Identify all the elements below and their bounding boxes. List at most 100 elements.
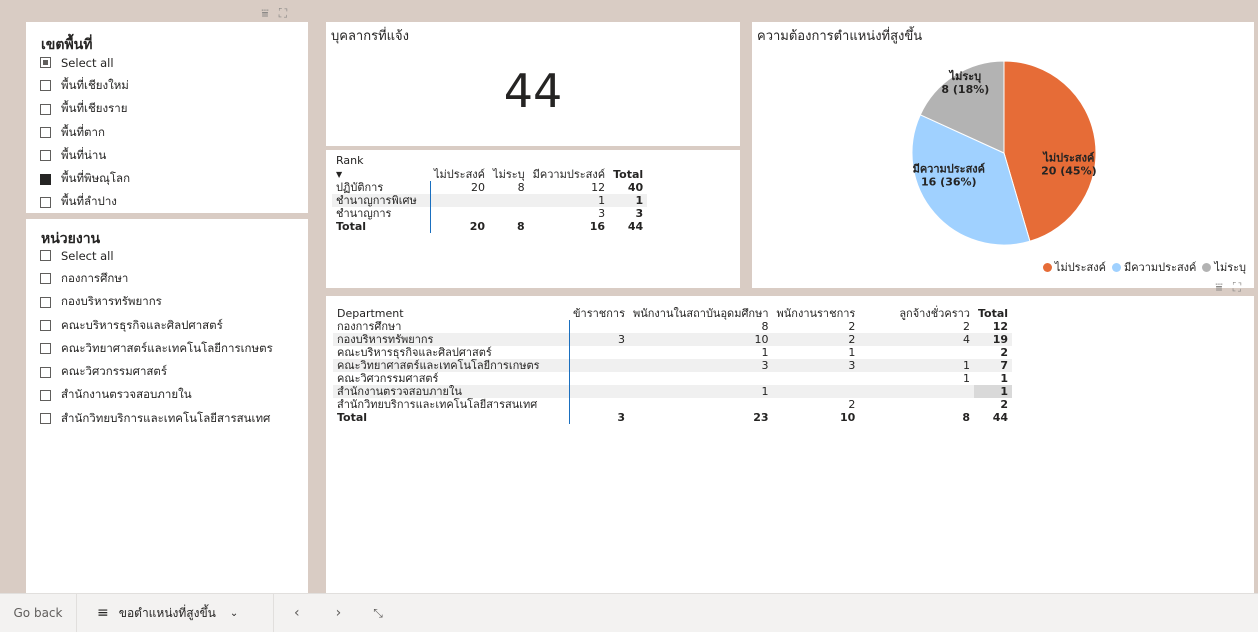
checkbox[interactable] [40, 173, 51, 185]
checkbox[interactable] [40, 150, 51, 162]
filter-icon[interactable]: ⩸ [258, 6, 272, 20]
checkbox[interactable] [40, 366, 51, 378]
department-column-header[interactable]: Department [333, 298, 569, 320]
legend-item[interactable]: ไม่ระบุ [1202, 258, 1246, 276]
checkbox[interactable] [40, 196, 51, 208]
region-slicer-item[interactable]: พื้นที่พิษณุโลก [40, 167, 130, 190]
region-slicer-item[interactable]: พื้นที่เชียงใหม่ [40, 74, 130, 97]
unit-slicer-item-label: Select all [61, 248, 114, 263]
rank-column-header[interactable]: Rank ▼ [332, 154, 430, 181]
dept-table-header-icons: ⩸ ⛶ [1212, 280, 1244, 294]
legend-item[interactable]: มีความประสงค์ [1111, 258, 1196, 276]
unit-slicer-item[interactable]: Select all [40, 244, 273, 267]
rank-table: Rank ▼ ไม่ประสงค์ ไม่ระบุ มีความประสงค์ T… [332, 154, 648, 233]
value-cell: 12 [591, 181, 606, 194]
table-row[interactable]: คณะบริหารธุรกิจและศิลปศาสตร์ 1 1 2 [333, 346, 1012, 359]
region-slicer-item[interactable]: พื้นที่ตาก [40, 121, 130, 144]
value-cell [629, 398, 773, 411]
table-row[interactable]: คณะวิทยาศาสตร์และเทคโนโลยีการเกษตร 3 3 1 7 [333, 359, 1013, 372]
unit-slicer-item[interactable]: กองการศึกษา [40, 267, 273, 290]
unit-slicer-item[interactable]: สำนักงานตรวจสอบภายใน [40, 384, 273, 407]
table-row[interactable]: ชำนาญการพิเศษ 1 1 [332, 194, 648, 207]
legend-item[interactable]: ไม่ประสงค์ [1042, 258, 1106, 276]
unit-slicer-item[interactable]: คณะวิทยาศาสตร์และเทคโนโลยีการเกษตร [40, 337, 273, 360]
table-row[interactable]: ชำนาญการ 3 3 [332, 207, 647, 220]
value-cell: 2 [848, 398, 856, 411]
table-row[interactable]: คณะวิศวกรรมศาสตร์ 1 1 [333, 372, 1012, 385]
total-row: Total 3 23 10 8 44 [333, 411, 1012, 424]
value-cell [569, 398, 629, 411]
department-table-body: กองการศึกษา 8 2 2 12 กองบริหารทรัพยากร 3 10 2 4 19… [333, 320, 1013, 424]
value-cell [569, 346, 629, 359]
value-cell: 8 [517, 181, 525, 194]
next-page-button[interactable]: › [320, 594, 358, 632]
total-label-cell: Total [333, 411, 570, 424]
table-row[interactable]: สำนักวิทยบริการและเทคโนโลยีสารสนเทศ 2 2 [333, 398, 1012, 411]
region-slicer-item[interactable]: Select all [40, 51, 130, 74]
total-value-cell: 8 [516, 220, 525, 233]
unit-slicer: หน่วยงาน Select all กองการศึกษา กองบริหารท… [26, 219, 308, 593]
previous-page-button[interactable]: ‹ [274, 594, 320, 632]
value-cell [859, 398, 974, 411]
rank-table-body: ปฏิบัติการ 20 8 12 40 ชำนาญการพิเศษ 1 1 ชำนาญการ… [332, 181, 648, 233]
unit-slicer-item-label: สำนักวิทยบริการและเทคโนโลยีสารสนเทศ [61, 410, 271, 425]
value-cell: 1 [973, 385, 1013, 398]
value-cell: 8 [761, 320, 769, 333]
checkbox[interactable] [40, 57, 51, 69]
table-row[interactable]: ปฏิบัติการ 20 8 12 40 [332, 181, 647, 194]
value-cell: 2 [962, 320, 970, 333]
table-row[interactable]: สำนักงานตรวจสอบภายใน 1 1 [333, 385, 1013, 398]
pie-chart: ไม่ประสงค์20 (45%) มีความประสงค์16 (36%) ไ… [911, 60, 1097, 246]
go-back-button[interactable]: Go back [0, 594, 76, 632]
value-cell: 1 [761, 346, 769, 359]
checkbox[interactable] [40, 80, 51, 92]
row-label-cell: ชำนาญการพิเศษ [332, 194, 431, 207]
table-row[interactable]: กองบริหารทรัพยากร 3 10 2 4 19 [333, 333, 1013, 346]
column-header[interactable]: มีความประสงค์ [529, 154, 609, 181]
legend-label: ไม่ประสงค์ [1054, 261, 1106, 274]
column-header[interactable]: พนักงานราชการ [773, 298, 860, 320]
checkbox[interactable] [40, 320, 51, 332]
checkbox[interactable] [40, 413, 51, 425]
filter-icon[interactable]: ⩸ [1212, 280, 1226, 294]
column-header[interactable]: ลูกจ้างชั่วคราว [859, 298, 974, 320]
focus-mode-icon[interactable]: ⛶ [276, 6, 290, 20]
region-slicer-item-label: พื้นที่น่าน [61, 147, 107, 162]
checkbox[interactable] [40, 250, 51, 262]
value-cell: 4 [859, 333, 974, 346]
pie-slice-label: ไม่ประสงค์ [1041, 150, 1094, 164]
column-header[interactable]: พนักงานในสถาบันอุดมศึกษา [629, 298, 773, 320]
pie-slice-value-label: 20 (45%) [1041, 164, 1097, 177]
collapse-button[interactable]: ⤡ [357, 594, 399, 632]
column-header[interactable]: Total [974, 298, 1012, 320]
checkbox[interactable] [40, 103, 51, 115]
unit-slicer-item[interactable]: กองบริหารทรัพยากร [40, 291, 273, 314]
total-value-cell: 3 [617, 411, 625, 424]
unit-slicer-item[interactable]: คณะบริหารธุรกิจและศิลปศาสตร์ [40, 314, 273, 337]
value-cell [629, 372, 773, 385]
region-slicer-item[interactable]: พื้นที่ลำปาง [40, 191, 130, 214]
checkbox[interactable] [40, 127, 51, 139]
column-header[interactable]: ไม่ประสงค์ [430, 154, 489, 181]
column-header[interactable]: Total [609, 154, 647, 181]
table-row[interactable]: กองการศึกษา 8 2 2 12 [333, 320, 1012, 333]
unit-slicer-item-label: กองการศึกษา [61, 270, 129, 285]
region-slicer-item[interactable]: พื้นที่น่าน [40, 144, 130, 167]
legend-dot [1202, 263, 1212, 272]
focus-mode-icon[interactable]: ⛶ [1230, 280, 1244, 294]
collapse-icon: ⤡ [373, 605, 383, 620]
unit-slicer-item-label: คณะบริหารธุรกิจและศิลปศาสตร์ [61, 317, 223, 332]
unit-slicer-item[interactable]: คณะวิศวกรรมศาสตร์ [40, 360, 273, 383]
value-cell [772, 385, 860, 398]
checkbox[interactable] [40, 273, 51, 285]
checkbox[interactable] [40, 389, 51, 401]
pie-slice-value-label: 16 (36%) [921, 175, 977, 188]
checkbox[interactable] [40, 343, 51, 355]
value-cell: 1 [609, 194, 648, 207]
column-header[interactable]: ข้าราชการ [569, 298, 629, 320]
region-slicer-item[interactable]: พื้นที่เชียงราย [40, 98, 130, 121]
column-header[interactable]: ไม่ระบุ [489, 154, 529, 181]
unit-slicer-item[interactable]: สำนักวิทยบริการและเทคโนโลยีสารสนเทศ [40, 407, 273, 430]
page-selector-button[interactable]: ≡ ขอตำแหน่งที่สูงขึ้น ⌄ [77, 594, 273, 632]
checkbox[interactable] [40, 296, 51, 308]
